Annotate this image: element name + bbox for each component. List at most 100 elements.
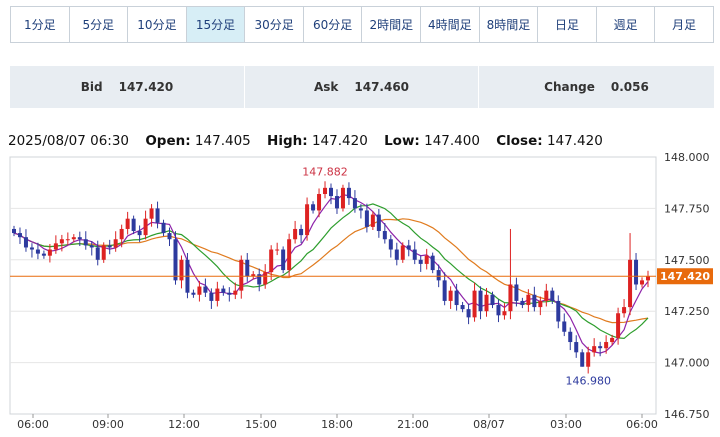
candle-body xyxy=(287,239,292,271)
candle-body xyxy=(173,239,178,281)
candle-body xyxy=(257,274,262,285)
tab-11[interactable]: 月足 xyxy=(655,7,713,42)
y-tick-label: 147.250 xyxy=(664,305,710,318)
bid-box: Bid 147.420 xyxy=(10,66,244,108)
candle-body xyxy=(610,337,615,343)
candle-body xyxy=(598,346,603,349)
tab-1[interactable]: 5分足 xyxy=(70,7,129,42)
high-annotation: 147.882 xyxy=(302,165,348,178)
x-tick-label: 09:00 xyxy=(92,418,124,431)
candle-body xyxy=(616,313,621,338)
candle-body xyxy=(646,276,650,281)
high-label: High: xyxy=(267,133,308,149)
y-tick-label: 147.000 xyxy=(664,357,710,370)
candle-body xyxy=(472,290,477,318)
open-value: 147.405 xyxy=(194,133,251,149)
candle-body xyxy=(275,249,280,251)
timeframe-tabs: 1分足 5分足 10分足 15分足 30分足 60分足 2時間足 4時間足 8時間足 日足 週足 月足 xyxy=(10,6,714,43)
y-tick-label: 147.750 xyxy=(664,202,710,215)
tab-3[interactable]: 15分足 xyxy=(186,7,246,42)
candle-body xyxy=(209,292,214,301)
candle-body xyxy=(293,228,298,240)
x-tick-label: 12:00 xyxy=(168,418,200,431)
close-label: Close: xyxy=(496,133,543,149)
candle-body xyxy=(149,208,154,219)
candle-body xyxy=(161,222,166,234)
y-tick-label: 146.750 xyxy=(664,408,710,421)
candle-body xyxy=(221,288,226,293)
candle-body xyxy=(239,259,244,291)
candle-body xyxy=(388,239,393,250)
candle-body xyxy=(544,290,549,301)
candle-body xyxy=(634,259,639,285)
candle-body xyxy=(568,331,573,343)
candle-body xyxy=(586,352,591,367)
change-value: 0.056 xyxy=(610,80,649,94)
candle-body xyxy=(167,233,172,240)
x-tick-label: 03:00 xyxy=(550,418,582,431)
candle-body xyxy=(556,300,561,322)
candle-body xyxy=(197,286,202,295)
tab-4[interactable]: 30分足 xyxy=(245,7,304,42)
candle-body xyxy=(101,245,106,260)
tab-10[interactable]: 週足 xyxy=(597,7,656,42)
price-chart[interactable]: 148.000 147.750 147.500 147.250 147.000 146.7… xyxy=(0,150,720,437)
candle-body xyxy=(35,249,40,254)
candle-body xyxy=(323,187,328,195)
candle-body xyxy=(125,218,130,229)
candle-body xyxy=(346,187,351,199)
candle-body xyxy=(155,208,160,223)
candle-body xyxy=(478,290,483,312)
candle-body xyxy=(340,187,345,209)
bid-value: 147.420 xyxy=(118,80,174,94)
candle-body xyxy=(334,196,339,209)
candle-body xyxy=(364,210,369,227)
candle-body xyxy=(394,249,399,260)
high-value: 147.420 xyxy=(311,133,368,149)
candle-body xyxy=(113,239,118,248)
candle-body xyxy=(59,239,64,244)
candle-body xyxy=(137,231,142,236)
tab-8[interactable]: 8時間足 xyxy=(480,7,539,42)
tab-7[interactable]: 4時間足 xyxy=(421,7,480,42)
low-annotation: 146.980 xyxy=(565,375,611,388)
candle-body xyxy=(305,204,310,236)
candle-body xyxy=(460,305,465,310)
candle-body xyxy=(65,239,70,241)
candle-body xyxy=(107,245,112,248)
candle-body xyxy=(640,280,645,285)
ohlc-datetime: 2025/08/07 06:30 xyxy=(8,133,130,149)
x-tick-label: 08/07 xyxy=(473,418,505,431)
candle-body xyxy=(29,247,34,250)
candle-body xyxy=(562,321,567,332)
tab-0[interactable]: 1分足 xyxy=(11,7,70,42)
ask-box: Ask 147.460 xyxy=(245,66,478,108)
candle-body xyxy=(329,187,333,197)
candle-body xyxy=(466,309,471,318)
candle-body xyxy=(550,290,555,301)
candle-body xyxy=(526,294,531,306)
tab-2[interactable]: 10分足 xyxy=(128,7,187,42)
candle-body xyxy=(215,288,220,301)
change-label: Change xyxy=(544,80,595,94)
candle-body xyxy=(502,311,507,316)
candle-body xyxy=(89,245,94,248)
candle-body xyxy=(311,204,316,211)
candle-body xyxy=(77,237,82,240)
tab-5[interactable]: 60分足 xyxy=(304,7,363,42)
y-tick-label: 147.500 xyxy=(664,254,710,267)
candle-body xyxy=(71,237,76,240)
candle-body xyxy=(436,270,441,281)
candle-body xyxy=(418,259,423,264)
x-tick-label: 15:00 xyxy=(245,418,277,431)
candle-body xyxy=(352,198,357,209)
candle-body xyxy=(628,259,633,308)
x-tick-label: 18:00 xyxy=(321,418,353,431)
candle-body xyxy=(412,249,417,260)
candle-body xyxy=(131,218,136,232)
candle-body xyxy=(406,245,411,250)
candle-body xyxy=(490,294,495,306)
open-label: Open: xyxy=(145,133,191,149)
tab-9[interactable]: 日足 xyxy=(538,7,597,42)
tab-6[interactable]: 2時間足 xyxy=(362,7,422,42)
